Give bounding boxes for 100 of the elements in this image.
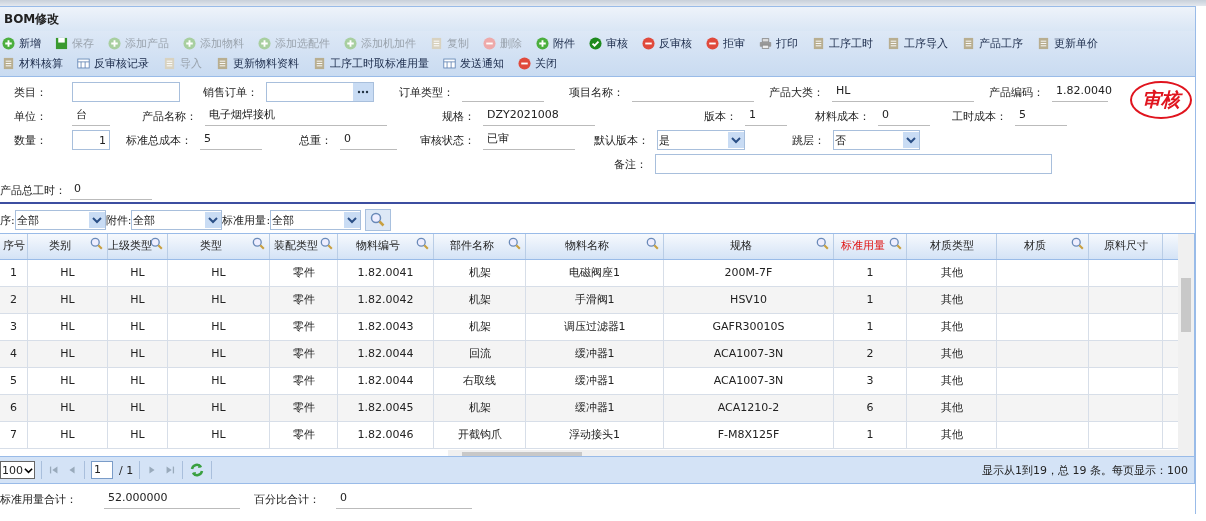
table-cell: 其他 bbox=[940, 401, 963, 414]
column-header[interactable]: 材质类型 bbox=[907, 234, 997, 259]
field-label: 销售订单： bbox=[202, 84, 259, 100]
column-header[interactable]: 装配类型 bbox=[270, 234, 338, 259]
toolbar-button[interactable]: 发送通知 bbox=[441, 54, 506, 72]
toolbar-button[interactable]: 反审核 bbox=[640, 34, 694, 52]
toolbar-button[interactable]: 工序工时取标准用量 bbox=[311, 54, 431, 72]
table-cell: 其他 bbox=[940, 266, 963, 279]
toolbar-button[interactable]: 工序工时 bbox=[810, 34, 875, 52]
input-field[interactable] bbox=[72, 82, 180, 102]
add-icon bbox=[258, 36, 271, 50]
toolbar-button[interactable]: 新增 bbox=[0, 34, 43, 52]
add-icon bbox=[536, 36, 549, 50]
document-icon bbox=[430, 36, 443, 50]
toolbar-button[interactable]: 反审核记录 bbox=[75, 54, 151, 72]
search-icon bbox=[90, 237, 104, 251]
table-cell: 1.82.0046 bbox=[357, 428, 414, 441]
field-label: 产品名称： bbox=[141, 108, 198, 124]
toolbar-button[interactable]: 更新物料资料 bbox=[214, 54, 301, 72]
page-number-field[interactable]: 1 bbox=[91, 461, 113, 479]
field-label: 默认版本： bbox=[593, 132, 650, 148]
column-header[interactable]: 类型 bbox=[168, 234, 270, 259]
toolbar-button[interactable]: 审核 bbox=[587, 34, 630, 52]
table-icon bbox=[443, 56, 456, 70]
toolbar-button[interactable]: 关闭 bbox=[516, 54, 559, 72]
first-page-icon[interactable] bbox=[48, 464, 60, 476]
search-icon bbox=[320, 237, 334, 251]
last-page-icon[interactable] bbox=[164, 464, 177, 476]
search-icon bbox=[508, 237, 522, 251]
table-cell: HL bbox=[130, 293, 145, 306]
table-cell: 1.82.0041 bbox=[357, 266, 414, 279]
table-cell: HL bbox=[211, 347, 226, 360]
search-button[interactable] bbox=[365, 209, 392, 231]
column-header[interactable]: 序号 bbox=[0, 234, 28, 259]
dropdown-field[interactable]: 否 bbox=[833, 130, 920, 150]
toolbar-button[interactable]: 更新单价 bbox=[1035, 34, 1100, 52]
column-header[interactable]: 规格 bbox=[664, 234, 834, 259]
table-cell: 6 bbox=[866, 401, 874, 414]
toolbar-button[interactable]: 工序导入 bbox=[885, 34, 950, 52]
filter-dropdown[interactable]: 全部 bbox=[14, 210, 106, 230]
field-label: 审核状态： bbox=[419, 132, 476, 148]
input-field[interactable] bbox=[655, 154, 1052, 174]
table-cell: 1 bbox=[866, 428, 874, 441]
dropdown-icon bbox=[728, 132, 744, 148]
table-cell: 其他 bbox=[940, 293, 963, 306]
search-icon bbox=[646, 237, 660, 251]
lookup-field[interactable] bbox=[266, 82, 374, 102]
more-icon bbox=[353, 83, 373, 101]
table-cell: HL bbox=[60, 401, 75, 414]
field-value: 5 bbox=[1015, 106, 1067, 126]
table-cell: 缓冲器1 bbox=[574, 374, 615, 387]
table-cell: 机架 bbox=[468, 266, 491, 279]
search-icon bbox=[150, 237, 164, 251]
table-cell: 其他 bbox=[940, 428, 963, 441]
field-value: HL bbox=[832, 82, 974, 102]
table-cell: HSV10 bbox=[730, 293, 767, 306]
column-header[interactable]: 物料编号 bbox=[338, 234, 434, 259]
table-cell: HL bbox=[60, 374, 75, 387]
field-value: 0 bbox=[70, 180, 152, 200]
quantity-field[interactable]: 1 bbox=[72, 130, 110, 150]
field-label: 标准总成本： bbox=[125, 132, 193, 148]
toolbar-button[interactable]: 打印 bbox=[757, 34, 800, 52]
refresh-icon[interactable] bbox=[189, 462, 206, 478]
total-value: 52.000000 bbox=[104, 489, 240, 509]
toolbar-button[interactable]: 材料核算 bbox=[0, 54, 65, 72]
column-header[interactable]: 原料尺寸 bbox=[1089, 234, 1163, 259]
field-value: DZY2021008 bbox=[483, 106, 595, 126]
table-cell: HL bbox=[130, 347, 145, 360]
column-header[interactable]: 物料名称 bbox=[526, 234, 664, 259]
column-header[interactable]: 标准用量 bbox=[834, 234, 907, 259]
toolbar-button[interactable]: 附件 bbox=[534, 34, 577, 52]
document-icon bbox=[887, 36, 900, 50]
page-size-dropdown[interactable]: 100 bbox=[0, 461, 35, 479]
dropdown-field[interactable]: 是 bbox=[657, 130, 745, 150]
remove-icon bbox=[642, 36, 655, 50]
column-header[interactable]: 部件名称 bbox=[434, 234, 526, 259]
table-cell: 调压过滤器1 bbox=[563, 320, 626, 333]
filter-label: 序: bbox=[0, 212, 15, 228]
table-cell: 1 bbox=[866, 293, 874, 306]
field-value: 已审 bbox=[483, 130, 575, 150]
toolbar-button[interactable]: 拒审 bbox=[704, 34, 747, 52]
field-label: 订单类型： bbox=[398, 84, 455, 100]
table-cell: 零件 bbox=[292, 266, 315, 279]
table-cell: HL bbox=[211, 266, 226, 279]
document-icon bbox=[962, 36, 975, 50]
vertical-scrollbar[interactable] bbox=[1178, 234, 1194, 456]
document-icon bbox=[216, 56, 229, 70]
field-value: 电子烟焊接机 bbox=[205, 106, 387, 126]
document-icon bbox=[313, 56, 326, 70]
field-label: 数量： bbox=[13, 132, 48, 148]
filter-dropdown[interactable]: 全部 bbox=[270, 210, 362, 230]
toolbar-button[interactable]: 产品工序 bbox=[960, 34, 1025, 52]
filter-dropdown[interactable]: 全部 bbox=[131, 210, 223, 230]
table-cell: ACA1007-3N bbox=[713, 374, 784, 387]
search-icon bbox=[889, 237, 903, 251]
column-header[interactable]: 上级类型 bbox=[108, 234, 168, 259]
column-header[interactable]: 材质 bbox=[997, 234, 1089, 259]
table-cell: 浮动接头1 bbox=[569, 428, 620, 441]
printer-icon bbox=[759, 36, 772, 50]
column-header[interactable]: 类别 bbox=[28, 234, 108, 259]
